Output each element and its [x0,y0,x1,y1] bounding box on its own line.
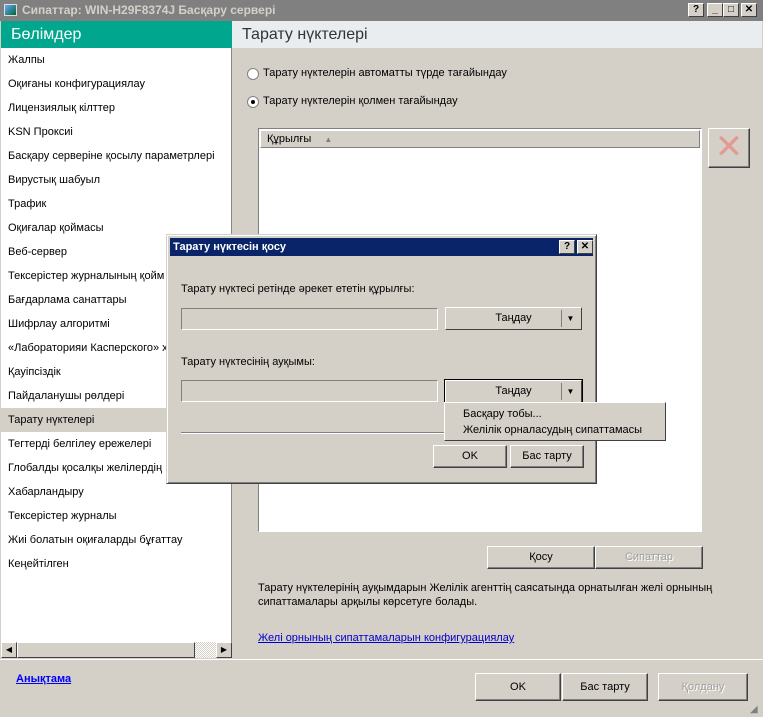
sort-asc-icon: ▲ [324,135,333,144]
column-label: Құрылғы [267,133,312,145]
dialog-title: Тарату нүктесін қосу [170,238,593,256]
app-icon [4,4,17,16]
radio-auto-label[interactable]: Тарату нүктелерін автоматты түрде тағайы… [263,67,507,79]
sidebar-item[interactable]: Тексерістер журналы [1,504,231,528]
sections-header: Бөлімдер [1,21,232,48]
dialog-ok-button[interactable]: OK [433,445,507,468]
scope-label: Тарату нүктесінің ауқымы: [181,356,315,368]
scroll-left-icon[interactable]: ◀ [1,642,17,658]
scroll-track[interactable] [195,642,216,658]
scope-select-button[interactable]: Таңдау ▼ [444,379,583,404]
scope-field[interactable] [181,380,438,402]
sidebar-item[interactable]: Басқару серверіне қосылу параметрлері [1,144,231,168]
ok-button[interactable]: OK [475,673,561,701]
window-title-bar[interactable]: Сипаттар: WIN-H29F8374J Басқару сервері [0,0,763,21]
info-text: Тарату нүктелерінің ауқымдарын Желілік а… [258,582,713,608]
radio-manual[interactable] [247,96,259,108]
close-button[interactable]: ✕ [741,3,757,17]
dialog-close-button[interactable]: ✕ [577,240,593,254]
sidebar-item[interactable]: Лицензиялық кілттер [1,96,231,120]
device-select-label: Таңдау [495,312,532,324]
menu-item-network-location[interactable]: Желілік орналасудың сипаттамасы [445,422,665,438]
minimize-button[interactable]: _ [707,3,723,17]
sidebar-item[interactable]: Жалпы [1,48,231,72]
chevron-down-icon[interactable]: ▼ [561,310,579,327]
chevron-down-icon[interactable]: ▼ [561,383,579,400]
horizontal-scrollbar[interactable]: ◀ ▶ [1,642,232,658]
device-label: Тарату нүктесі ретінде әрекет ететін құр… [181,283,415,295]
delete-x-icon: ✕ [714,128,744,166]
apply-button[interactable]: Қолдану [658,673,748,701]
sidebar-item[interactable]: Жиі болатын оқиғаларды бұғаттау [1,528,231,552]
column-header-device[interactable]: Құрылғы ▲ [260,130,700,148]
radio-manual-label[interactable]: Тарату нүктелерін қолмен тағайындау [263,95,458,107]
help-link[interactable]: Анықтама [16,673,71,685]
sidebar-item[interactable]: Трафик [1,192,231,216]
sidebar-item[interactable]: Вирустық шабуыл [1,168,231,192]
add-button[interactable]: Қосу [487,546,595,569]
scroll-right-icon[interactable]: ▶ [216,642,232,658]
menu-item-admin-group[interactable]: Басқару тобы... [445,406,665,422]
remove-button[interactable]: ✕ [708,128,750,168]
dialog-cancel-button[interactable]: Бас тарту [510,445,584,468]
help-button[interactable]: ? [688,3,704,17]
scope-dropdown-menu: Басқару тобы... Желілік орналасудың сипа… [444,402,666,441]
page-title: Тарату нүктелері [232,21,762,48]
sidebar-item[interactable]: KSN Проксиі [1,120,231,144]
configure-network-location-link[interactable]: Желі орнының сипаттамаларын конфигурация… [258,632,514,644]
cancel-button[interactable]: Бас тарту [562,673,648,701]
window-title: Сипаттар: WIN-H29F8374J Басқару сервері [22,3,276,17]
radio-auto[interactable] [247,68,259,80]
scope-select-label: Таңдау [495,385,532,397]
resize-grip-icon[interactable]: ◢ [750,704,758,715]
maximize-button[interactable]: □ [723,3,739,17]
device-field[interactable] [181,308,438,330]
sidebar-item[interactable]: Оқиғаны конфигурациялау [1,72,231,96]
sidebar-item[interactable]: Кеңейтілген [1,552,231,576]
footer-divider [0,659,763,660]
scroll-thumb[interactable] [17,642,195,658]
add-distribution-point-dialog: Тарату нүктесін қосу ? ✕ Тарату нүктесі … [166,234,597,484]
dialog-help-button[interactable]: ? [559,240,575,254]
properties-button[interactable]: Сипаттар [595,546,703,569]
device-select-button[interactable]: Таңдау ▼ [445,307,582,330]
